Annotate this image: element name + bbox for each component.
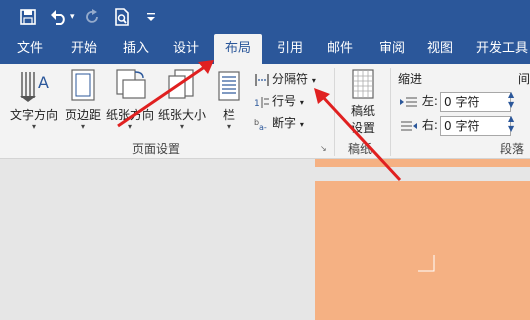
orientation-label: 纸张方向	[105, 108, 154, 122]
margins-label: 页边距	[64, 108, 101, 122]
tab-layout[interactable]: 布局	[214, 34, 262, 64]
text-direction-label: 文字方向	[9, 108, 58, 122]
manuscript-label-1: 稿纸	[350, 104, 375, 118]
print-preview-icon[interactable]	[114, 0, 130, 34]
orientation-icon	[116, 69, 146, 99]
indent-left-input[interactable]: 0 字符	[440, 92, 511, 112]
tab-review[interactable]: 审阅	[370, 34, 414, 64]
svg-text:A: A	[38, 73, 49, 92]
manuscript-settings-button[interactable]: 稿纸 设置	[340, 68, 386, 136]
tab-insert[interactable]: 插入	[114, 34, 158, 64]
columns-label: 栏	[222, 108, 235, 122]
chevron-down-icon: ▾	[226, 122, 231, 131]
indent-right-row: 右:	[400, 116, 438, 133]
indent-right-spinner-icon[interactable]: ▲ ▼	[508, 114, 514, 134]
tab-home[interactable]: 开始	[62, 34, 106, 64]
document-area	[0, 159, 530, 320]
indent-left-row: 左:	[400, 92, 438, 109]
orientation-button[interactable]: 纸张方向 ▾	[104, 68, 156, 131]
hyphenation-label: 断字	[272, 116, 297, 130]
indent-right-input[interactable]: 0 字符	[440, 116, 511, 136]
margins-icon	[71, 69, 95, 101]
ribbon-layout: A 文字方向 ▾ 页边距 ▾ 纸张方向 ▾ 纸张大小 ▾ 栏 ▾ 分隔符 ▾ 1…	[0, 64, 530, 159]
columns-button[interactable]: 栏 ▾	[212, 68, 246, 131]
spacing-heading: 间	[518, 72, 530, 86]
paragraph-group-label: 段落	[500, 142, 525, 156]
manuscript-group-label: 稿纸	[348, 142, 373, 156]
line-numbers-button[interactable]: 1 行号 ▾	[254, 90, 304, 112]
indent-right-icon	[401, 121, 417, 130]
hyphenation-button[interactable]: b a- 断字 ▾	[254, 112, 304, 134]
size-icon	[168, 69, 194, 99]
indent-left-icon	[400, 97, 417, 106]
dialog-launcher-icon[interactable]: ↘	[320, 144, 327, 153]
tab-developer[interactable]: 开发工具	[472, 34, 530, 64]
undo-icon[interactable]	[50, 0, 68, 34]
save-icon[interactable]	[20, 0, 36, 34]
line-numbers-label: 行号	[272, 94, 297, 108]
chevron-down-icon: ▾	[80, 122, 85, 131]
size-button[interactable]: 纸张大小 ▾	[156, 68, 208, 131]
ribbon-tabs: 文件 开始 插入 设计 布局 引用 邮件 审阅 视图 开发工具	[0, 34, 530, 64]
size-label: 纸张大小	[157, 108, 206, 122]
tab-view[interactable]: 视图	[418, 34, 462, 64]
document-page[interactable]	[315, 159, 530, 320]
breaks-button[interactable]: 分隔符 ▾	[254, 68, 316, 90]
indent-right-label: 右:	[421, 118, 438, 132]
chevron-down-icon: ▾	[179, 122, 184, 131]
columns-icon	[218, 71, 240, 101]
manuscript-icon	[352, 69, 374, 99]
svg-text:a-: a-	[259, 123, 267, 131]
chevron-down-icon: ▾	[31, 122, 36, 131]
tab-references[interactable]: 引用	[268, 34, 312, 64]
hyphenation-icon: ba-	[254, 118, 267, 132]
breaks-icon	[255, 73, 269, 86]
text-direction-icon: A	[20, 72, 49, 102]
manuscript-label-2: 设置	[350, 121, 375, 135]
undo-dropdown-icon[interactable]: ▾	[70, 0, 75, 34]
margins-button[interactable]: 页边距 ▾	[62, 68, 104, 131]
tab-mailings[interactable]: 邮件	[318, 34, 362, 64]
svg-text:1: 1	[254, 99, 260, 109]
text-direction-button[interactable]: A 文字方向 ▾	[8, 68, 60, 131]
tab-file[interactable]: 文件	[8, 34, 52, 64]
customize-qat-icon[interactable]	[146, 0, 156, 34]
page-gap	[315, 167, 530, 181]
redo-icon[interactable]	[84, 0, 100, 34]
tab-design[interactable]: 设计	[164, 34, 208, 64]
indent-left-spinner-icon[interactable]: ▲ ▼	[508, 90, 514, 110]
breaks-label: 分隔符	[272, 72, 309, 86]
indent-heading: 缩进	[398, 72, 423, 86]
page-setup-group-label: 页面设置	[132, 142, 181, 156]
line-numbers-icon: 1	[254, 96, 269, 109]
group-divider	[390, 68, 391, 156]
chevron-down-icon: ▾	[127, 122, 132, 131]
margin-corner-mark	[418, 255, 435, 272]
group-divider	[334, 68, 335, 156]
indent-left-label: 左:	[421, 94, 438, 108]
quick-access-toolbar: ▾	[0, 0, 530, 34]
